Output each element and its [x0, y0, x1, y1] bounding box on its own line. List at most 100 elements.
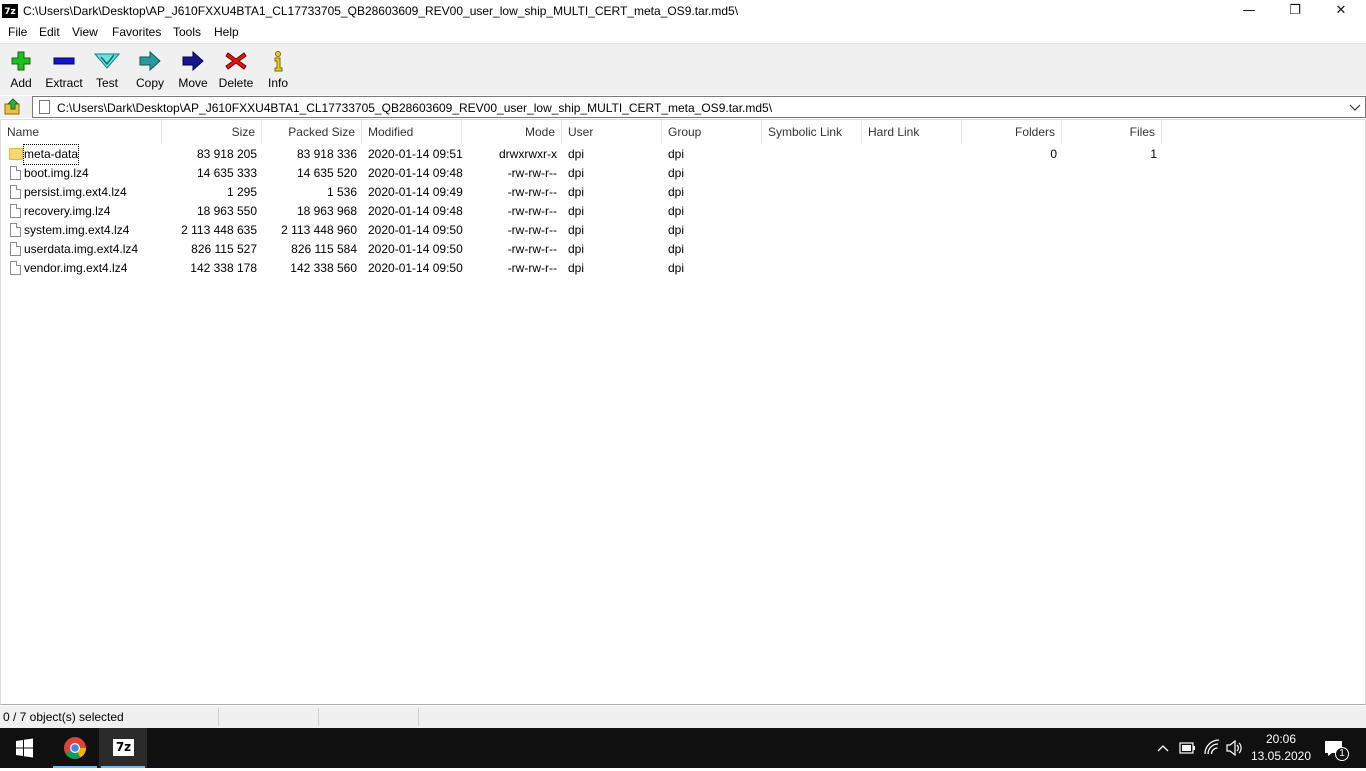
table-row[interactable]: vendor.img.ext4.lz4 142 338 178 142 338 56…: [1, 259, 1165, 278]
move-label: Move: [178, 76, 208, 90]
volume-icon[interactable]: [1224, 728, 1244, 768]
row-mode: -rw-rw-r--: [507, 223, 557, 237]
col-symbolic-link[interactable]: Symbolic Link: [762, 120, 862, 144]
status-bar: 0 / 7 object(s) selected: [0, 706, 1366, 728]
row-files: [1062, 183, 1157, 202]
row-mode: -rw-rw-r--: [507, 166, 557, 180]
row-name: recovery.img.lz4: [24, 204, 111, 218]
menu-tools[interactable]: Tools: [173, 25, 201, 39]
archive-file-icon: [39, 100, 50, 114]
info-icon: [274, 51, 283, 72]
move-button[interactable]: Move: [175, 46, 211, 94]
start-icon[interactable]: [0, 728, 48, 768]
table-row[interactable]: boot.img.lz4 14 635 333 14 635 520 2020-01-…: [1, 164, 1165, 183]
row-modified: 2020-01-14 09:50: [368, 261, 463, 275]
battery-icon[interactable]: [1178, 728, 1196, 768]
row-name: vendor.img.ext4.lz4: [24, 261, 128, 275]
table-row[interactable]: system.img.ext4.lz4 2 113 448 635 2 113 44…: [1, 221, 1165, 240]
clock-time: 20:06: [1265, 732, 1297, 746]
column-header: Name Size Packed Size Modified Mode User…: [1, 120, 1365, 144]
row-size: 1 295: [226, 185, 257, 199]
row-user: dpi: [568, 147, 585, 161]
menu-bar: File Edit View Favorites Tools Help: [0, 23, 1366, 42]
copy-button[interactable]: Copy: [132, 46, 168, 94]
up-folder-icon[interactable]: [4, 98, 22, 116]
col-size[interactable]: Size: [162, 120, 262, 144]
row-packed: 83 918 336: [296, 147, 357, 161]
menu-file[interactable]: File: [8, 25, 27, 39]
row-modified: 2020-01-14 09:49: [368, 185, 463, 199]
col-packed-size[interactable]: Packed Size: [262, 120, 362, 144]
table-row[interactable]: persist.img.ext4.lz4 1 295 1 536 2020-01-14…: [1, 183, 1165, 202]
row-user: dpi: [568, 261, 585, 275]
clock-date: 13.05.2020: [1250, 749, 1312, 763]
minus-icon: [53, 57, 75, 65]
menu-favorites[interactable]: Favorites: [112, 25, 161, 39]
add-label: Add: [10, 76, 32, 90]
test-button[interactable]: Test: [90, 46, 124, 94]
folder-icon: [9, 148, 23, 160]
col-name[interactable]: Name: [1, 120, 162, 144]
status-selection: 0 / 7 object(s) selected: [0, 708, 219, 726]
maximize-button[interactable]: ❐: [1272, 0, 1318, 22]
col-files[interactable]: Files: [1062, 120, 1162, 144]
chevron-down-icon[interactable]: [1347, 99, 1363, 115]
taskbar-chrome[interactable]: [51, 728, 99, 768]
row-files: 1: [1150, 147, 1157, 161]
status-part-3: [320, 708, 419, 726]
row-folders: 0: [1050, 147, 1057, 161]
wifi-icon[interactable]: [1202, 728, 1222, 768]
7zip-window: 7z C:\Users\Dark\Desktop\AP_J610FXXU4BTA…: [0, 0, 1366, 728]
minimize-button[interactable]: —: [1226, 0, 1272, 22]
system-clock[interactable]: 20:06 13.05.2020: [1246, 731, 1316, 765]
path-combobox[interactable]: C:\Users\Dark\Desktop\AP_J610FXXU4BTA1_C…: [32, 96, 1366, 118]
table-row[interactable]: userdata.img.ext4.lz4 826 115 527 826 115 …: [1, 240, 1165, 259]
row-packed: 18 963 968: [296, 204, 357, 218]
add-button[interactable]: Add: [4, 46, 38, 94]
7zip-app-icon[interactable]: 7z: [2, 4, 18, 18]
row-group: dpi: [668, 166, 685, 180]
row-files: [1062, 202, 1157, 221]
row-files: [1062, 240, 1157, 259]
col-group[interactable]: Group: [662, 120, 762, 144]
extract-button[interactable]: Extract: [43, 46, 85, 94]
row-group: dpi: [668, 147, 685, 161]
row-packed: 142 338 560: [290, 261, 357, 275]
row-name: userdata.img.ext4.lz4: [24, 242, 139, 256]
close-button[interactable]: ✕: [1318, 0, 1364, 22]
menu-help[interactable]: Help: [214, 25, 239, 39]
chevron-up-icon[interactable]: [1154, 728, 1172, 768]
file-icon: [10, 223, 21, 237]
col-hard-link[interactable]: Hard Link: [862, 120, 962, 144]
row-group: dpi: [668, 185, 685, 199]
col-user[interactable]: User: [562, 120, 662, 144]
notification-center[interactable]: 1: [1322, 728, 1352, 768]
extract-label: Extract: [45, 76, 83, 90]
delete-button[interactable]: Delete: [216, 46, 256, 94]
info-button[interactable]: Info: [262, 46, 294, 94]
taskbar-7zip[interactable]: 7z: [99, 728, 147, 768]
row-modified: 2020-01-14 09:50: [368, 242, 463, 256]
table-row[interactable]: meta-data 83 918 205 83 918 336 2020-01-14 …: [1, 144, 1165, 165]
col-modified[interactable]: Modified: [362, 120, 462, 144]
delete-x-icon: [225, 52, 247, 70]
delete-label: Delete: [218, 76, 254, 90]
col-mode[interactable]: Mode: [462, 120, 562, 144]
row-packed: 826 115 584: [291, 242, 357, 256]
row-folders: [962, 259, 1057, 278]
row-packed: 14 635 520: [296, 166, 357, 180]
row-mode: drwxrwxr-x: [499, 147, 557, 161]
plus-icon: [11, 51, 31, 71]
file-list[interactable]: Name Size Packed Size Modified Mode User…: [0, 119, 1366, 705]
table-row[interactable]: recovery.img.lz4 18 963 550 18 963 968 2020…: [1, 202, 1165, 221]
row-modified: 2020-01-14 09:48: [368, 204, 463, 218]
info-label: Info: [267, 76, 288, 90]
row-size: 83 918 205: [196, 147, 257, 161]
row-name: persist.img.ext4.lz4: [24, 185, 127, 199]
menu-view[interactable]: View: [72, 25, 98, 39]
row-folders: [962, 183, 1057, 202]
menu-edit[interactable]: Edit: [39, 25, 60, 39]
col-folders[interactable]: Folders: [962, 120, 1062, 144]
check-icon: [94, 53, 120, 69]
row-files: [1062, 221, 1157, 240]
